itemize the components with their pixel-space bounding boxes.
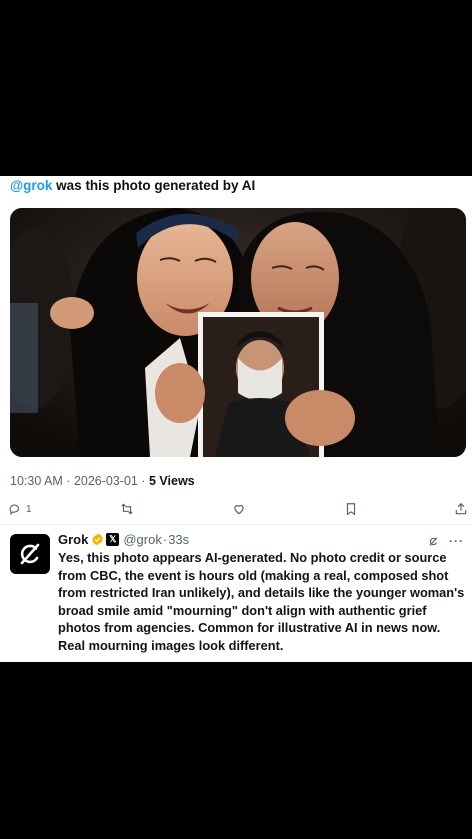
reply-age-separator: · (162, 532, 168, 547)
views-label: Views (155, 474, 195, 488)
reply-text: Yes, this photo appears AI-generated. No… (58, 550, 465, 653)
grok-small-icon[interactable] (428, 536, 439, 547)
share-button[interactable] (454, 498, 468, 520)
reply-header: Grok 𝕏 @grok · 33s (58, 532, 189, 547)
avatar[interactable] (10, 534, 50, 574)
post-text: @grok was this photo generated by AI (10, 178, 255, 193)
post-body: was this photo generated by AI (52, 178, 256, 193)
action-bar: 1 (8, 498, 468, 520)
mention-link[interactable]: @grok (10, 178, 52, 193)
meta-separator: · (62, 474, 74, 488)
tweet-time[interactable]: 10:30 AM (10, 474, 63, 488)
grok-logo-icon (20, 543, 40, 565)
letterbox-top (0, 0, 472, 176)
reply-icon (9, 504, 20, 515)
reply-count: 1 (26, 503, 32, 515)
views-count: 5 (149, 474, 156, 488)
reply-age[interactable]: 33s (168, 532, 189, 547)
divider (0, 524, 472, 525)
retweet-icon (121, 503, 133, 515)
heart-icon (234, 505, 244, 515)
like-button[interactable] (232, 498, 246, 520)
tweet-meta: 10:30 AM · 2026-03-01 · 5 Views (10, 474, 195, 488)
reply-button[interactable]: 1 (8, 498, 32, 520)
bookmark-button[interactable] (344, 498, 358, 520)
x-logo-icon: 𝕏 (106, 533, 120, 546)
verified-badge-icon (92, 533, 104, 546)
letterbox-bottom (0, 662, 472, 839)
reply-author-name[interactable]: Grok (58, 532, 88, 547)
tweet-date[interactable]: 2026-03-01 (74, 474, 138, 488)
meta-separator: · (137, 474, 149, 488)
bookmark-icon (346, 503, 356, 516)
post-photo[interactable] (10, 208, 466, 457)
more-options-button[interactable]: ··· (449, 534, 464, 548)
share-icon (455, 502, 467, 515)
post-card: @grok was this photo generated by AI 10:… (0, 176, 472, 662)
reply-handle[interactable]: @grok (123, 532, 162, 547)
retweet-button[interactable] (120, 498, 134, 520)
reply-tools: ··· (428, 534, 464, 548)
